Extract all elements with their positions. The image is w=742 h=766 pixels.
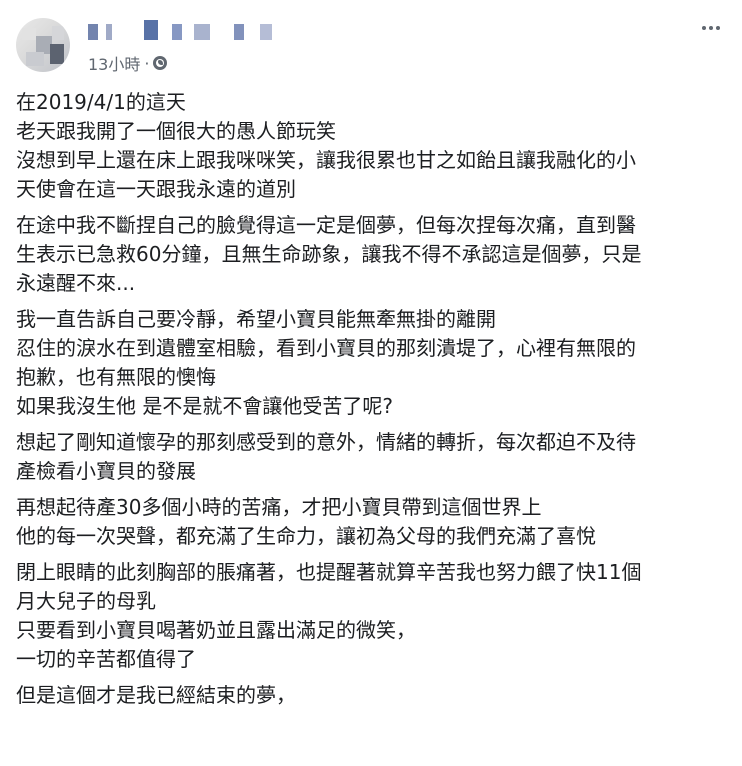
post-line: 如果我沒生他 是不是就不會讓他受苦了呢? bbox=[16, 394, 393, 418]
post-line: 抱歉，也有無限的懊悔 bbox=[16, 365, 216, 389]
post-body: 在2019/4/1的這天 老天跟我開了一個很大的愚人節玩笑 沒想到早上還在床上跟… bbox=[16, 88, 726, 717]
globe-icon[interactable] bbox=[153, 56, 168, 70]
post-paragraph: 我一直告訴自己要冷靜，希望小寶貝能無牽無掛的離開 忍住的淚水在到遺體室相驗，看到… bbox=[16, 305, 726, 421]
author-name-blurred[interactable] bbox=[84, 20, 294, 42]
post-line: 想起了剛知道懷孕的那刻感受到的意外，情緒的轉折，每次都迫不及待 bbox=[16, 430, 636, 454]
post-line: 只要看到小寶貝喝著奶並且露出滿足的微笑， bbox=[16, 618, 416, 642]
post-line: 永遠醒不來... bbox=[16, 271, 136, 295]
post-line: 我一直告訴自己要冷靜，希望小寶貝能無牽無掛的離開 bbox=[16, 307, 496, 331]
post-line: 閉上眼睛的此刻胸部的脹痛著，也提醒著就算辛苦我也努力餵了快11個 bbox=[16, 560, 642, 584]
post-line: 老天跟我開了一個很大的愚人節玩笑 bbox=[16, 119, 336, 143]
post-paragraph: 想起了剛知道懷孕的那刻感受到的意外，情緒的轉折，每次都迫不及待 產檢看小寶貝的發… bbox=[16, 428, 726, 486]
post-header: 13小時 · bbox=[16, 12, 726, 74]
post-line: 天使會在這一天跟我永遠的道別 bbox=[16, 177, 296, 201]
more-options-icon[interactable] bbox=[696, 16, 726, 40]
post-timestamp[interactable]: 13小時 bbox=[88, 51, 140, 75]
post-line: 忍住的淚水在到遺體室相驗，看到小寶貝的那刻潰堤了，心裡有無限的 bbox=[16, 336, 636, 360]
post-line: 但是這個才是我已經結束的夢， bbox=[16, 683, 296, 707]
post-line: 產檢看小寶貝的發展 bbox=[16, 459, 196, 483]
avatar[interactable] bbox=[16, 18, 70, 72]
post-line: 在2019/4/1的這天 bbox=[16, 90, 186, 114]
post-meta: 13小時 · bbox=[88, 51, 168, 75]
post-line: 一切的辛苦都值得了 bbox=[16, 647, 196, 671]
post-paragraph: 閉上眼睛的此刻胸部的脹痛著，也提醒著就算辛苦我也努力餵了快11個 月大兒子的母乳… bbox=[16, 558, 726, 674]
post-line: 再想起待產30多個小時的苦痛，才把小寶貝帶到這個世界上 bbox=[16, 495, 542, 519]
meta-separator: · bbox=[144, 53, 150, 73]
post-line: 在途中我不斷捏自己的臉覺得這一定是個夢，但每次捏每次痛，直到醫 bbox=[16, 213, 636, 237]
post-line: 沒想到早上還在床上跟我咪咪笑，讓我很累也甘之如飴且讓我融化的小 bbox=[16, 148, 636, 172]
post-line: 他的每一次哭聲，都充滿了生命力，讓初為父母的我們充滿了喜悅 bbox=[16, 524, 596, 548]
post-line: 月大兒子的母乳 bbox=[16, 589, 156, 613]
post-line: 生表示已急救60分鐘，且無生命跡象，讓我不得不承認這是個夢，只是 bbox=[16, 242, 642, 266]
facebook-post: 13小時 · 在2019/4/1的這天 老天跟我開了一個很大的愚人節玩笑 沒想到… bbox=[0, 0, 742, 766]
post-paragraph: 在2019/4/1的這天 老天跟我開了一個很大的愚人節玩笑 沒想到早上還在床上跟… bbox=[16, 88, 726, 204]
post-paragraph: 再想起待產30多個小時的苦痛，才把小寶貝帶到這個世界上 他的每一次哭聲，都充滿了… bbox=[16, 493, 726, 551]
post-paragraph: 在途中我不斷捏自己的臉覺得這一定是個夢，但每次捏每次痛，直到醫 生表示已急救60… bbox=[16, 211, 726, 298]
post-paragraph: 但是這個才是我已經結束的夢， bbox=[16, 681, 726, 710]
